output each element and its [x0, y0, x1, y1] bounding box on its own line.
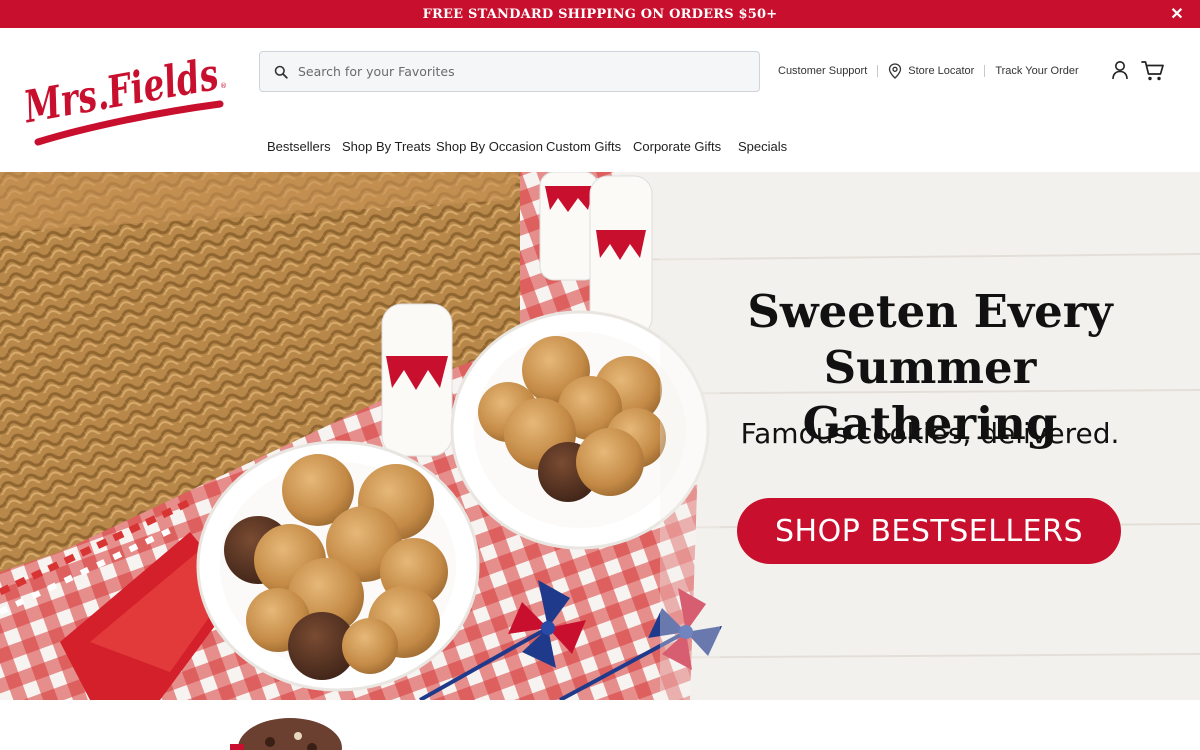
map-pin-icon[interactable] — [888, 63, 902, 79]
shop-bestsellers-button[interactable]: SHOP BESTSELLERS — [737, 498, 1121, 564]
nav-item-shop-by-treats[interactable]: Shop By Treats — [342, 139, 431, 154]
close-icon[interactable]: ✕ — [1168, 5, 1186, 23]
next-section — [0, 700, 1200, 750]
divider — [877, 65, 879, 77]
logo-registered-mark: ® — [220, 82, 227, 90]
track-order-link[interactable]: Track Your Order — [995, 65, 1078, 77]
search-input[interactable] — [298, 52, 759, 91]
hero-banner[interactable]: Sweeten Every Summer Gathering Famous co… — [0, 172, 1200, 700]
customer-support-link[interactable]: Customer Support — [778, 65, 867, 77]
store-locator-link[interactable]: Store Locator — [908, 65, 974, 77]
divider — [984, 65, 986, 77]
utility-links: Customer Support Store Locator Track You… — [778, 61, 1079, 81]
site-header: Mrs.Fields ® Customer Support Store Loca… — [0, 28, 1200, 172]
brand-logo[interactable]: Mrs.Fields ® — [20, 46, 232, 152]
user-icon[interactable] — [1111, 60, 1129, 80]
hero-heading-line-1: Sweeten Every — [747, 285, 1113, 338]
promo-text: FREE STANDARD SHIPPING ON ORDERS $50+ — [422, 6, 778, 22]
nav-item-bestsellers[interactable]: Bestsellers — [267, 139, 331, 154]
search-icon[interactable] — [274, 65, 288, 79]
promo-banner: FREE STANDARD SHIPPING ON ORDERS $50+ ✕ — [0, 0, 1200, 28]
nav-item-corporate-gifts[interactable]: Corporate Gifts — [633, 139, 721, 154]
hero-subtitle: Famous cookies, delivered. — [740, 417, 1120, 450]
search-bar[interactable] — [259, 51, 760, 92]
nav-item-specials[interactable]: Specials — [738, 139, 787, 154]
nav-item-shop-by-occasion[interactable]: Shop By Occasion — [436, 139, 543, 154]
nav-item-custom-gifts[interactable]: Custom Gifts — [546, 139, 621, 154]
cookie-product-image[interactable] — [230, 714, 350, 750]
shopping-cart-icon[interactable] — [1141, 60, 1165, 82]
